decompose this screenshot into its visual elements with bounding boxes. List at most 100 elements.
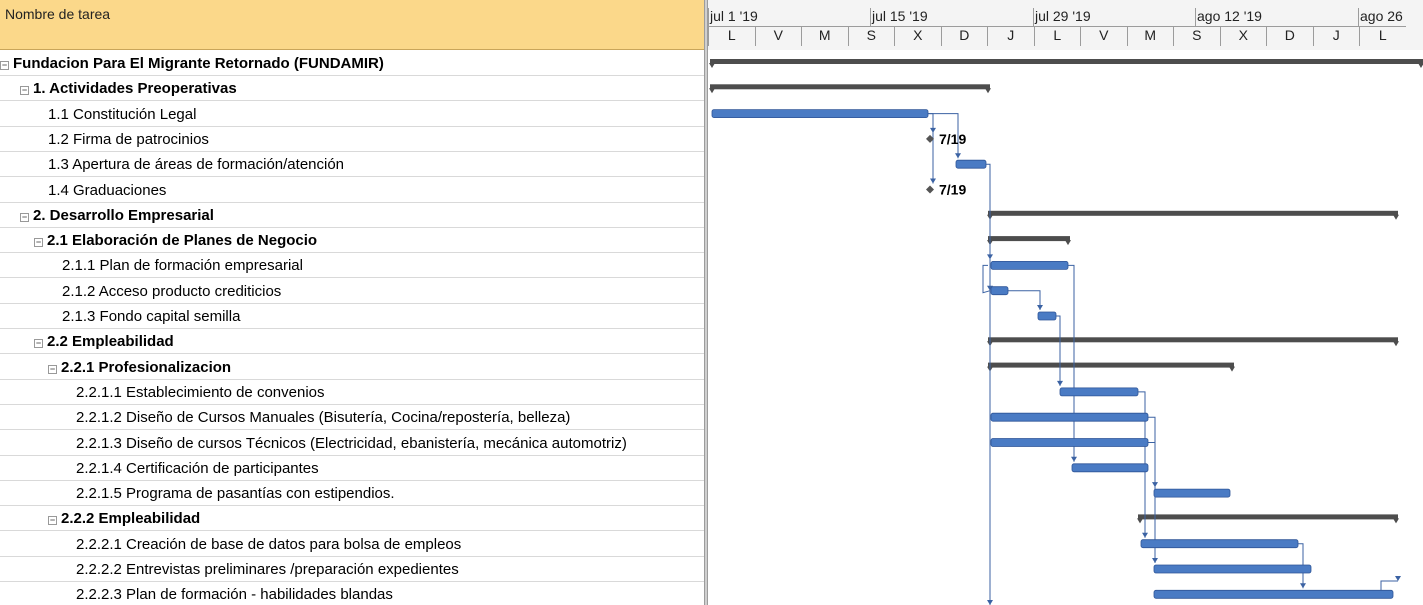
timescale-minor-label: X bbox=[894, 26, 941, 46]
task-row[interactable]: 2.2.2.2 Entrevistas preliminares /prepar… bbox=[0, 557, 704, 582]
dependency-arrow-line bbox=[1142, 532, 1148, 538]
summary-end-marker[interactable] bbox=[1229, 366, 1235, 372]
task-row[interactable]: 2.2.2.1 Creación de base de datos para b… bbox=[0, 532, 704, 557]
milestone-date-label: 7/19 bbox=[939, 182, 966, 198]
timescale-minor-label: D bbox=[1266, 26, 1313, 46]
task-row[interactable]: −2.1 Elaboración de Planes de Negocio bbox=[0, 228, 704, 254]
collapse-toggle-icon[interactable]: − bbox=[48, 364, 57, 374]
summary-bar[interactable] bbox=[710, 59, 1423, 64]
task-bar[interactable] bbox=[1153, 564, 1312, 574]
summary-bar[interactable] bbox=[710, 84, 990, 90]
task-row[interactable]: 2.2.1.5 Programa de pasantías con estipe… bbox=[0, 481, 704, 507]
task-name: 2.2.1.4 Certificación de participantes bbox=[76, 459, 319, 477]
summary-bar[interactable] bbox=[1138, 514, 1398, 520]
timescale-minor-label: S bbox=[847, 26, 894, 46]
timescale-minor-label: X bbox=[1219, 26, 1266, 46]
task-bar[interactable] bbox=[1153, 589, 1394, 599]
timescale-minor-label: V bbox=[754, 26, 801, 46]
collapse-toggle-icon[interactable]: − bbox=[34, 238, 43, 248]
dependency-arrow-line bbox=[955, 153, 961, 159]
task-bar[interactable] bbox=[1071, 463, 1149, 473]
summary-bar[interactable] bbox=[988, 337, 1398, 343]
task-row[interactable]: 1.4 Graduaciones bbox=[0, 178, 704, 203]
column-header-task-name[interactable]: Nombre de tarea bbox=[0, 0, 704, 50]
task-name: 2.1.2 Acceso producto crediticios bbox=[62, 282, 282, 300]
task-name: 2.2.1.1 Establecimiento de convenios bbox=[76, 383, 325, 401]
gantt-bars-area: 7/19 7/19 bbox=[709, 59, 1423, 605]
timescale-major-label: ago 26 bbox=[1360, 8, 1403, 24]
timescale-header: jul 1 '19 jul 15 '19 jul 29 '19 ago 12 '19 a… bbox=[708, 0, 1423, 50]
task-row[interactable]: 1.3 Apertura de áreas de formación/atenc… bbox=[0, 152, 704, 178]
dependency-line bbox=[1148, 442, 1156, 488]
task-bar[interactable] bbox=[1059, 387, 1139, 397]
task-row[interactable]: 2.2.1.3 Diseño de cursos Técnicos (Elect… bbox=[0, 431, 704, 456]
dependency-arrow-line bbox=[1152, 558, 1158, 563]
task-row[interactable]: −2.2.2 Empleabilidad bbox=[0, 506, 704, 532]
timescale-major-divider bbox=[1033, 8, 1034, 26]
task-name: 2.2 Empleabilidad bbox=[47, 333, 174, 351]
summary-bar[interactable] bbox=[988, 236, 1070, 242]
dependency-line bbox=[1056, 315, 1061, 386]
task-row[interactable]: −1. Actividades Preoperativas bbox=[0, 76, 704, 102]
timescale-minor-label: L bbox=[1359, 26, 1406, 46]
task-row[interactable]: −2. Desarrollo Empresarial bbox=[0, 203, 704, 228]
timescale-minor-label: M bbox=[801, 26, 848, 46]
summary-end-marker[interactable] bbox=[1393, 341, 1399, 347]
task-name: 2.2.2 Empleabilidad bbox=[61, 510, 201, 528]
summary-start-marker[interactable] bbox=[1137, 518, 1143, 524]
collapse-toggle-icon[interactable]: − bbox=[48, 516, 57, 526]
task-bar[interactable] bbox=[1140, 539, 1299, 549]
gantt-chart: jul 1 '19 jul 15 '19 jul 29 '19 ago 12 '19 a… bbox=[708, 0, 1423, 605]
task-bar[interactable] bbox=[990, 260, 1069, 270]
task-row[interactable]: 2.1.1 Plan de formación empresarial bbox=[0, 253, 704, 279]
summary-end-marker[interactable] bbox=[985, 88, 991, 94]
summary-end-marker[interactable] bbox=[1065, 240, 1071, 246]
task-row[interactable]: 2.2.1.1 Establecimiento de convenios bbox=[0, 380, 704, 405]
summary-start-marker[interactable] bbox=[709, 63, 715, 68]
timescale-minor-label: D bbox=[940, 26, 987, 46]
task-row[interactable]: 2.1.3 Fondo capital semilla bbox=[0, 304, 704, 329]
task-bar[interactable] bbox=[1153, 488, 1231, 498]
task-bar[interactable] bbox=[990, 438, 1149, 447]
task-name: 1.3 Apertura de áreas de formación/atenc… bbox=[48, 156, 345, 174]
summary-bar[interactable] bbox=[988, 362, 1234, 368]
task-row[interactable]: −2.2.1 Profesionalizacion bbox=[0, 355, 704, 380]
collapse-toggle-icon[interactable]: − bbox=[20, 86, 29, 96]
timescale-major-label: jul 1 '19 bbox=[710, 8, 758, 24]
timescale-major-label: jul 15 '19 bbox=[872, 8, 928, 24]
task-name: 2.2.1.3 Diseño de cursos Técnicos (Elect… bbox=[76, 434, 627, 452]
timescale-minor-label: M bbox=[1126, 26, 1173, 46]
task-name: 1. Actividades Preoperativas bbox=[33, 80, 237, 98]
task-row[interactable]: 1.2 Firma de patrocinios bbox=[0, 127, 704, 152]
task-name: 1.1 Constitución Legal bbox=[48, 105, 197, 123]
task-bar[interactable] bbox=[711, 109, 929, 118]
task-row[interactable]: 2.2.1.4 Certificación de participantes bbox=[0, 456, 704, 481]
summary-end-marker[interactable] bbox=[1393, 214, 1399, 220]
timescale-major-divider bbox=[708, 8, 709, 26]
summary-bar[interactable] bbox=[988, 210, 1398, 216]
task-row[interactable]: 2.2.1.2 Diseño de Cursos Manuales (Bisut… bbox=[0, 405, 704, 431]
dependency-arrow-line bbox=[1057, 380, 1063, 386]
task-row[interactable]: − Fundacion Para El Migrante Retornado (F… bbox=[0, 51, 704, 76]
timescale-minor-label: J bbox=[1312, 26, 1359, 46]
collapse-toggle-icon[interactable]: − bbox=[34, 339, 43, 349]
task-bar[interactable] bbox=[990, 286, 1009, 296]
dependency-arrow-line bbox=[1395, 576, 1401, 581]
summary-start-marker[interactable] bbox=[709, 88, 715, 94]
collapse-toggle-icon[interactable]: − bbox=[20, 212, 29, 222]
task-row[interactable]: 2.1.2 Acceso producto crediticios bbox=[0, 279, 704, 304]
dependency-arrow-line bbox=[1300, 583, 1306, 589]
collapse-toggle-icon[interactable]: − bbox=[0, 61, 9, 70]
task-row[interactable]: 1.1 Constitución Legal bbox=[0, 102, 704, 127]
task-row[interactable]: 2.2.2.3 Plan de formación - habilidades … bbox=[0, 582, 704, 605]
summary-end-marker[interactable] bbox=[1393, 518, 1399, 524]
task-name: 2.1.3 Fondo capital semilla bbox=[62, 308, 241, 325]
task-name: 2.2.1 Profesionalizacion bbox=[61, 358, 232, 376]
task-row[interactable]: −2.2 Empleabilidad bbox=[0, 329, 704, 355]
dependency-arrow-line bbox=[930, 178, 936, 184]
summary-end-marker[interactable] bbox=[1418, 63, 1423, 68]
task-bar[interactable] bbox=[1037, 311, 1057, 321]
task-bar[interactable] bbox=[990, 412, 1149, 422]
task-bar[interactable] bbox=[955, 159, 987, 169]
milestone-marker[interactable] bbox=[926, 185, 934, 194]
